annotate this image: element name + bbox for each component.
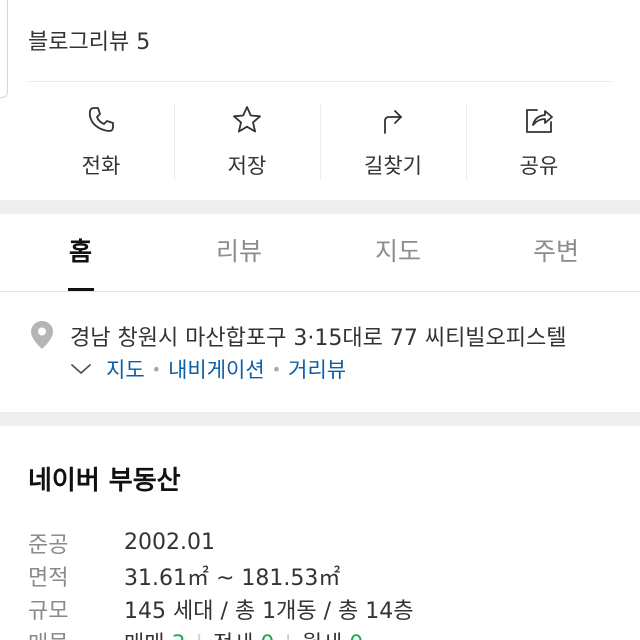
listing-jeonse[interactable]: 전세 0 <box>213 632 274 640</box>
directions-label: 길찾기 <box>364 154 422 178</box>
chevron-down-icon[interactable] <box>70 362 92 376</box>
blog-review-count[interactable]: 블로그리뷰 5 <box>28 24 150 56</box>
section-gap <box>0 200 640 214</box>
listing-sale[interactable]: 매매 3 <box>124 632 185 640</box>
directions-button[interactable]: 길찾기 <box>320 100 466 182</box>
tab-review[interactable]: 리뷰 <box>216 232 262 268</box>
listing-label: 전세 <box>213 632 253 640</box>
address-links: 지도 • 내비게이션 • 거리뷰 <box>70 354 346 384</box>
save-button[interactable]: 저장 <box>174 100 320 182</box>
share-icon <box>526 109 553 133</box>
info-key: 매물 <box>28 626 124 640</box>
separator: | <box>195 632 202 640</box>
tab-bar: 홈 리뷰 지도 주변 <box>0 214 640 292</box>
directions-icon <box>384 110 402 134</box>
listing-label: 월세 <box>302 632 342 640</box>
info-key: 면적 <box>28 565 69 591</box>
tab-home[interactable]: 홈 <box>69 232 92 268</box>
info-row-area: 면적 31.61㎡ ~ 181.53㎡ <box>28 559 628 592</box>
real-estate-info: 준공 2002.01 면적 31.61㎡ ~ 181.53㎡ 규모 145 세대… <box>28 526 628 640</box>
section-gap <box>0 412 640 426</box>
phone-icon <box>88 107 114 132</box>
divider <box>28 81 612 82</box>
info-value: 31.61㎡ ~ 181.53㎡ <box>124 565 341 591</box>
action-bar: 전화 저장 길찾기 공유 <box>28 100 612 182</box>
info-key: 규모 <box>28 598 69 624</box>
previous-card-edge <box>0 0 8 98</box>
listing-count: 0 <box>349 632 363 640</box>
map-link[interactable]: 지도 <box>106 354 145 384</box>
save-label: 저장 <box>227 154 267 178</box>
star-icon <box>233 106 261 133</box>
info-row-completion: 준공 2002.01 <box>28 526 628 559</box>
separator-dot: • <box>151 359 162 379</box>
info-value: 145 세대 / 총 1개동 / 총 14층 <box>124 598 414 624</box>
listing-counts: 매매 3 | 전세 0 | 월세 0 <box>124 626 363 640</box>
address-text: 경남 창원시 마산합포구 3·15대로 77 씨티빌오피스텔 <box>70 326 567 351</box>
active-tab-indicator <box>68 288 94 291</box>
street-view-link[interactable]: 거리뷰 <box>288 354 346 384</box>
navigation-link[interactable]: 내비게이션 <box>168 354 265 384</box>
separator-dot: • <box>271 359 282 379</box>
info-row-scale: 규모 145 세대 / 총 1개동 / 총 14층 <box>28 592 628 625</box>
address-section: 경남 창원시 마산합포구 3·15대로 77 씨티빌오피스텔 지도 • 내비게이… <box>0 292 640 412</box>
location-pin-icon <box>31 321 53 349</box>
share-button[interactable]: 공유 <box>466 100 612 182</box>
call-button[interactable]: 전화 <box>28 100 174 182</box>
place-header-card: 블로그리뷰 5 전화 저장 길찾기 공유 <box>0 0 640 200</box>
info-value: 2002.01 <box>124 530 215 555</box>
info-key: 준공 <box>28 532 69 558</box>
share-label: 공유 <box>519 154 559 178</box>
listing-label: 매매 <box>124 632 164 640</box>
listing-count: 0 <box>260 632 274 640</box>
call-label: 전화 <box>81 154 121 178</box>
listing-count: 3 <box>171 632 185 640</box>
tab-nearby[interactable]: 주변 <box>533 232 579 268</box>
separator: | <box>284 632 291 640</box>
listing-monthly[interactable]: 월세 0 <box>302 632 363 640</box>
real-estate-title: 네이버 부동산 <box>28 466 181 496</box>
tab-map[interactable]: 지도 <box>375 232 421 268</box>
info-row-listings: 매물 매매 3 | 전세 0 | 월세 0 <box>28 625 628 640</box>
